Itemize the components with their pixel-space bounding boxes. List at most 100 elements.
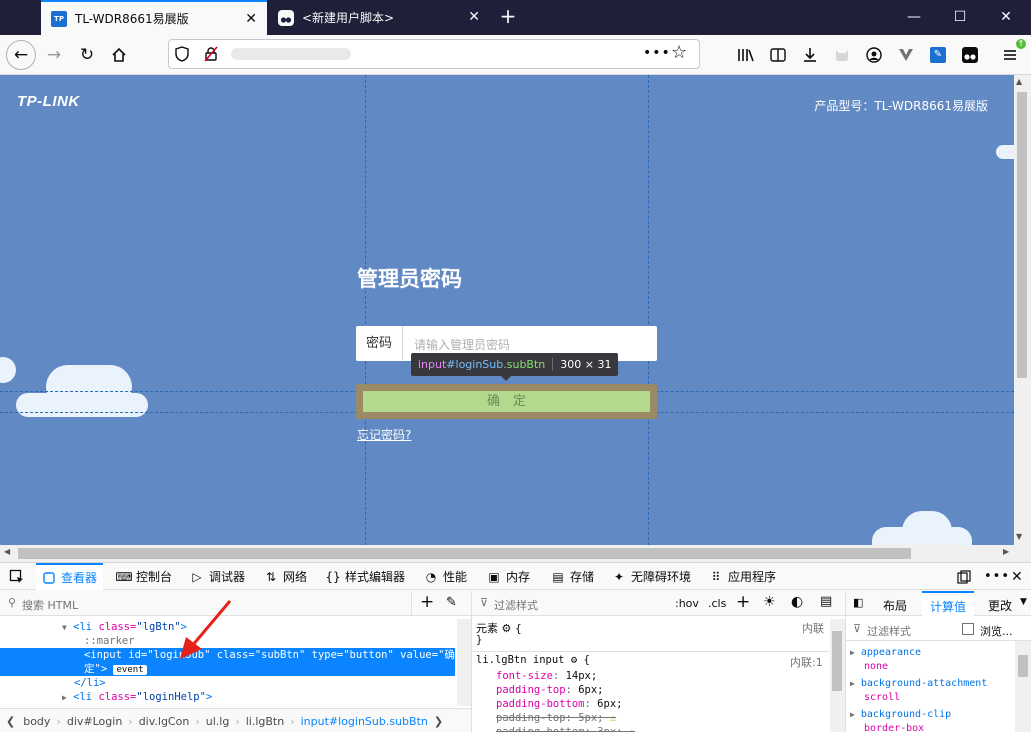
new-tab-icon[interactable]: + [496,5,520,29]
bookmark-star-icon[interactable]: ☆ [671,42,687,63]
browser-styles-checkbox[interactable] [962,623,974,635]
toggle-sidebar-icon[interactable]: ◧ [853,596,863,609]
shield-icon[interactable] [175,46,189,66]
forgot-password-link[interactable]: 忘记密码? [357,426,411,443]
tampermonkey-toolbar-icon[interactable] [955,40,985,70]
memory-chip-icon: ▣ [488,569,500,584]
markup-scrollbar[interactable] [457,619,471,706]
scroll-up-icon[interactable]: ▲ [1016,77,1022,86]
menu-hamburger-icon[interactable]: ↑ [995,39,1026,70]
scrollbar-thumb[interactable] [1018,655,1028,677]
inspector-icon [42,571,56,585]
computed-filter-input[interactable]: 过滤样式 [867,623,911,639]
forward-icon[interactable]: → [39,40,69,70]
close-tab-icon[interactable]: ✕ [245,11,257,27]
tab-memory[interactable]: ▣ 内存 [487,563,530,590]
breadcrumb-item-selected[interactable]: input#loginSub.subBtn [301,715,428,728]
scrollbar-thumb[interactable] [832,631,842,691]
breadcrumb-item[interactable]: div.lgCon [139,715,190,728]
light-theme-icon[interactable]: ☀ [763,594,776,610]
password-input[interactable]: 请输入管理员密码 [414,336,510,353]
maximize-icon[interactable]: ☐ [937,0,983,35]
breadcrumb-back-icon[interactable]: ❮ [6,715,15,728]
tab-performance[interactable]: ◔ 性能 [424,563,467,590]
tab-inspector[interactable]: 查看器 [36,563,104,590]
update-badge-icon: ↑ [1016,39,1026,49]
extension-edit-icon[interactable]: ✎ [923,40,953,70]
back-icon[interactable]: ← [6,40,36,70]
downloads-icon[interactable] [795,40,825,70]
tplink-favicon-icon: TP [51,10,67,27]
gear-icon[interactable]: ⚙ [502,622,512,635]
home-icon[interactable] [104,40,134,70]
tab-style-editor[interactable]: {} 样式编辑器 [325,563,405,590]
declaration[interactable]: font-size: 14px; [496,669,597,683]
html-search-input[interactable]: 搜索 HTML [22,597,78,613]
html-line[interactable]: </li> [0,676,455,690]
tab-computed[interactable]: 计算值 [922,591,975,616]
breadcrumb-item[interactable]: li.lgBtn [246,715,284,728]
scroll-left-icon[interactable]: ◀ [4,547,10,556]
extension-v-icon[interactable] [891,40,921,70]
tab-storage[interactable]: ▤ 存储 [551,563,594,590]
breadcrumb-item[interactable]: div#Login [67,715,122,728]
login-submit-button[interactable]: 确 定 [363,391,650,412]
breadcrumb-item[interactable]: ul.lg [206,715,230,728]
declaration-overridden[interactable]: padding-bottom: 3px; ⚠ [496,725,635,732]
eyedropper-icon[interactable]: ✎ [446,595,457,610]
declaration[interactable]: padding-bottom: 6px; [496,697,622,711]
devtools-close-icon[interactable]: ✕ [1011,563,1023,590]
breadcrumb-item[interactable]: body [23,715,50,728]
insecure-connection-icon[interactable] [203,46,219,65]
declaration[interactable]: padding-top: 6px; [496,683,604,697]
rule-source[interactable]: 内联 [802,620,824,636]
tplink-logo: TP-LINK [17,93,80,110]
library-icon[interactable] [731,40,761,70]
dock-toggle-icon[interactable] [957,563,971,590]
gear-icon[interactable]: ⚙ [571,654,577,666]
tab-changes[interactable]: 更改 [988,597,1012,614]
tab-console[interactable]: ⌨ 控制台 [115,563,172,590]
close-window-icon[interactable]: ✕ [983,0,1029,35]
rule-source[interactable]: 内联:1 [790,654,823,670]
html-line[interactable]: ▶ <li class="loginHelp"> [0,690,455,704]
tab-layout[interactable]: 布局 [883,597,907,614]
minimize-icon[interactable]: — [891,0,937,35]
filter-icon: ⊽ [853,622,862,635]
rules-filter-input[interactable]: 过滤样式 [494,597,538,613]
event-badge[interactable]: event [113,665,147,675]
add-rule-icon[interactable]: + [736,592,750,612]
add-node-icon[interactable]: + [420,592,434,612]
reader-sidebar-icon[interactable] [763,40,793,70]
tab-strip: TP TL-WDR8661易展版 ✕ <新建用户脚本> ✕ + — ☐ ✕ [0,0,1031,35]
computed-prop[interactable]: ▶ background-clip border-box [850,708,951,732]
chevron-down-icon[interactable]: ▼ [1020,597,1027,607]
scroll-down-icon[interactable]: ▼ [1016,532,1022,541]
tab-network[interactable]: ⇅ 网络 [264,563,307,590]
devtools-menu-icon[interactable]: ••• [984,563,1010,590]
hov-toggle[interactable]: :hov [675,597,699,610]
print-media-icon[interactable]: ▤ [820,594,832,609]
scroll-right-icon[interactable]: ▶ [1003,547,1009,556]
scrollbar-thumb[interactable] [18,548,911,559]
warning-icon: ⚠ [628,726,636,732]
tab-debugger[interactable]: ▷ 调试器 [190,563,245,590]
computed-prop[interactable]: ▶ background-attachment scroll [850,677,987,705]
close-tab-icon[interactable]: ✕ [468,9,480,25]
scrollbar-thumb[interactable] [1017,92,1027,378]
declaration-overridden[interactable]: padding-top: 5px; ⚠ [496,711,616,725]
computed-prop[interactable]: ▶ appearance none [850,646,921,674]
dark-theme-icon[interactable]: ◐ [791,594,803,610]
tab-userscript[interactable]: <新建用户脚本> ✕ [268,0,490,35]
page-actions-icon[interactable]: ••• [643,45,671,61]
url-bar[interactable]: ••• ☆ [168,39,700,69]
tab-router[interactable]: TP TL-WDR8661易展版 ✕ [41,0,267,35]
reload-icon[interactable]: ↻ [72,40,102,70]
account-icon[interactable] [859,40,889,70]
extension-cat-icon[interactable] [827,40,857,70]
element-picker-icon[interactable] [9,563,25,590]
tab-application[interactable]: ⠿ 应用程序 [709,563,776,590]
tab-accessibility[interactable]: ✦ 无障碍环境 [612,563,691,590]
cls-toggle[interactable]: .cls [708,597,726,610]
breadcrumb-forward-icon[interactable]: ❯ [434,715,443,728]
